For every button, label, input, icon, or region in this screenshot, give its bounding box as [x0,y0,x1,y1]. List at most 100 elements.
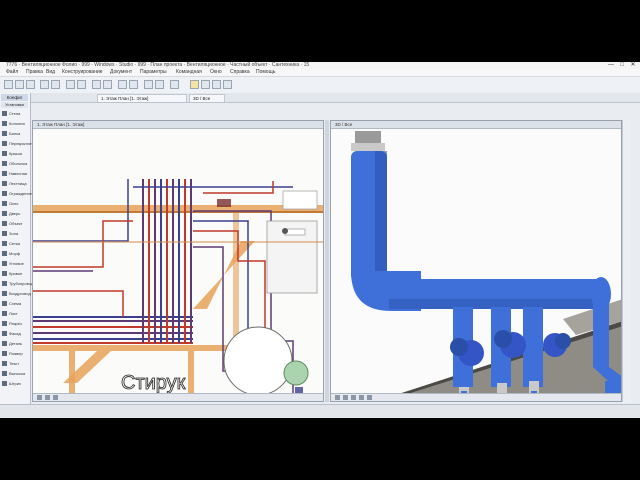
tool-label: Стена [9,111,21,116]
zoom-icon[interactable] [343,395,348,400]
menu-document[interactable]: Документ [110,69,132,76]
menu-options[interactable]: Параметры [140,69,167,76]
wall-fixture [282,190,318,210]
menu-view[interactable]: Вид [46,69,55,76]
tool-icon [2,351,7,356]
tool-icon [2,111,7,116]
tool-label: Морф [9,251,21,256]
pan-icon[interactable] [351,395,356,400]
tool-icon [2,231,7,236]
vertical-scrollbar[interactable] [622,120,631,402]
3d-view[interactable]: 3D / Все [330,120,622,402]
pan-icon[interactable] [53,395,58,400]
palette-tool-item[interactable]: Дверь [1,210,29,218]
tool-label: Оболочка [9,161,28,166]
redo-icon[interactable] [51,80,60,89]
close-button[interactable]: ✕ [628,62,638,69]
tool-icon [2,211,7,216]
palette-tool-item[interactable]: Перекрытие [1,140,32,148]
tool-icon [2,361,7,366]
pipe [33,290,124,317]
palette-tool-item[interactable]: Штрих [1,380,29,388]
tool-label: Ограждение [9,191,32,196]
palette-tool-item[interactable]: Разрез [1,320,29,328]
tab-floor-plan[interactable]: 1. Этаж План [1. Этаж] [97,94,187,102]
menu-support[interactable]: Помощь [256,69,275,76]
snap-icon[interactable] [155,80,164,89]
new-file-icon[interactable] [4,80,13,89]
palette-tool-item[interactable]: Текст [1,360,29,368]
tool-label: Схема [9,301,22,306]
palette-tool-item[interactable]: Объект [1,220,29,228]
undo-icon[interactable] [40,80,49,89]
palette-tool-item[interactable]: Морф [1,250,29,258]
palette-tool-item[interactable]: Навесная [1,170,29,178]
menu-window[interactable]: Окно [210,69,222,76]
palette-tool-item[interactable]: Балка [1,130,29,138]
menu-edit[interactable]: Правка [26,69,43,76]
beam-diagonal [193,241,255,309]
palette-tool-item[interactable]: Размер [1,350,29,358]
palette-tool-item[interactable]: Воздуховод [1,290,31,298]
zoom-in-icon[interactable] [92,80,101,89]
orbit-icon[interactable] [335,395,340,400]
palette-tool-item[interactable]: Трубопровод [1,280,33,288]
select-icon[interactable] [66,80,75,89]
pipe-fitting [351,143,385,151]
render-icon[interactable] [367,395,372,400]
minimize-button[interactable]: — [606,62,616,69]
maximize-button[interactable]: □ [617,62,627,69]
palette-tool-item[interactable]: Схема [1,300,29,308]
valve-handle [450,338,468,356]
status-bar [0,404,640,418]
tool-label: Объект [9,221,23,226]
drop-pipe [523,307,543,387]
palette-tool-item[interactable]: Крыша [1,150,29,158]
palette-tool-item[interactable]: Ограждение [1,190,32,198]
rotate-icon[interactable] [201,80,210,89]
palette-tool-item[interactable]: Деталь [1,340,29,348]
fit-icon[interactable] [45,395,50,400]
menu-teamwork[interactable]: Командная [176,69,202,76]
palette-tool-item[interactable]: Фасад [1,330,29,338]
zoom-icon[interactable] [37,395,42,400]
palette-tool-item[interactable]: Стена [1,110,29,118]
palette-tool-item[interactable]: Окно [1,200,29,208]
menu-design[interactable]: Конструирование [62,69,103,76]
view-splitter[interactable] [325,120,329,402]
3d-drawing [351,131,621,401]
mirror-icon[interactable] [212,80,221,89]
palette-tool-item[interactable]: Лист [1,310,29,318]
save-icon[interactable] [26,80,35,89]
palette-tool-item[interactable]: Кривое [1,270,29,278]
tool-label: Лист [9,311,18,316]
palette-tool-item[interactable]: Угловое [1,260,29,268]
palette-header[interactable]: Конфиг [1,94,28,101]
palette-tool-item[interactable]: Колонна [1,120,29,128]
floor-plan-view[interactable]: 1. Этаж План [1. Этаж] Стирук [32,120,324,402]
grid-icon[interactable] [144,80,153,89]
fit-icon[interactable] [359,395,364,400]
tool-icon [2,301,7,306]
pen-set-icon[interactable] [129,80,138,89]
guide-icon[interactable] [170,80,179,89]
palette-tool-item[interactable]: Сетка [1,240,29,248]
tank-circle [223,326,293,396]
palette-tool-item[interactable]: Выноска [1,370,29,378]
tab-3d-view[interactable]: 3D / Все [189,94,225,102]
palette-tool-item[interactable]: Лестница [1,180,29,188]
pipe [33,220,133,268]
drag-icon[interactable] [223,80,232,89]
menu-help[interactable]: Справка [230,69,250,76]
3d-view-footer [331,393,621,401]
marquee-icon[interactable] [77,80,86,89]
zoom-out-icon[interactable] [103,80,112,89]
layer-icon[interactable] [118,80,127,89]
palette-tool-item[interactable]: Зона [1,230,29,238]
menu-file[interactable]: Файл [6,69,18,76]
tool-label: Размер [9,351,23,356]
open-file-icon[interactable] [15,80,24,89]
measure-icon[interactable] [190,80,199,89]
palette-tool-item[interactable]: Оболочка [1,160,29,168]
tool-label: Дверь [9,211,21,216]
